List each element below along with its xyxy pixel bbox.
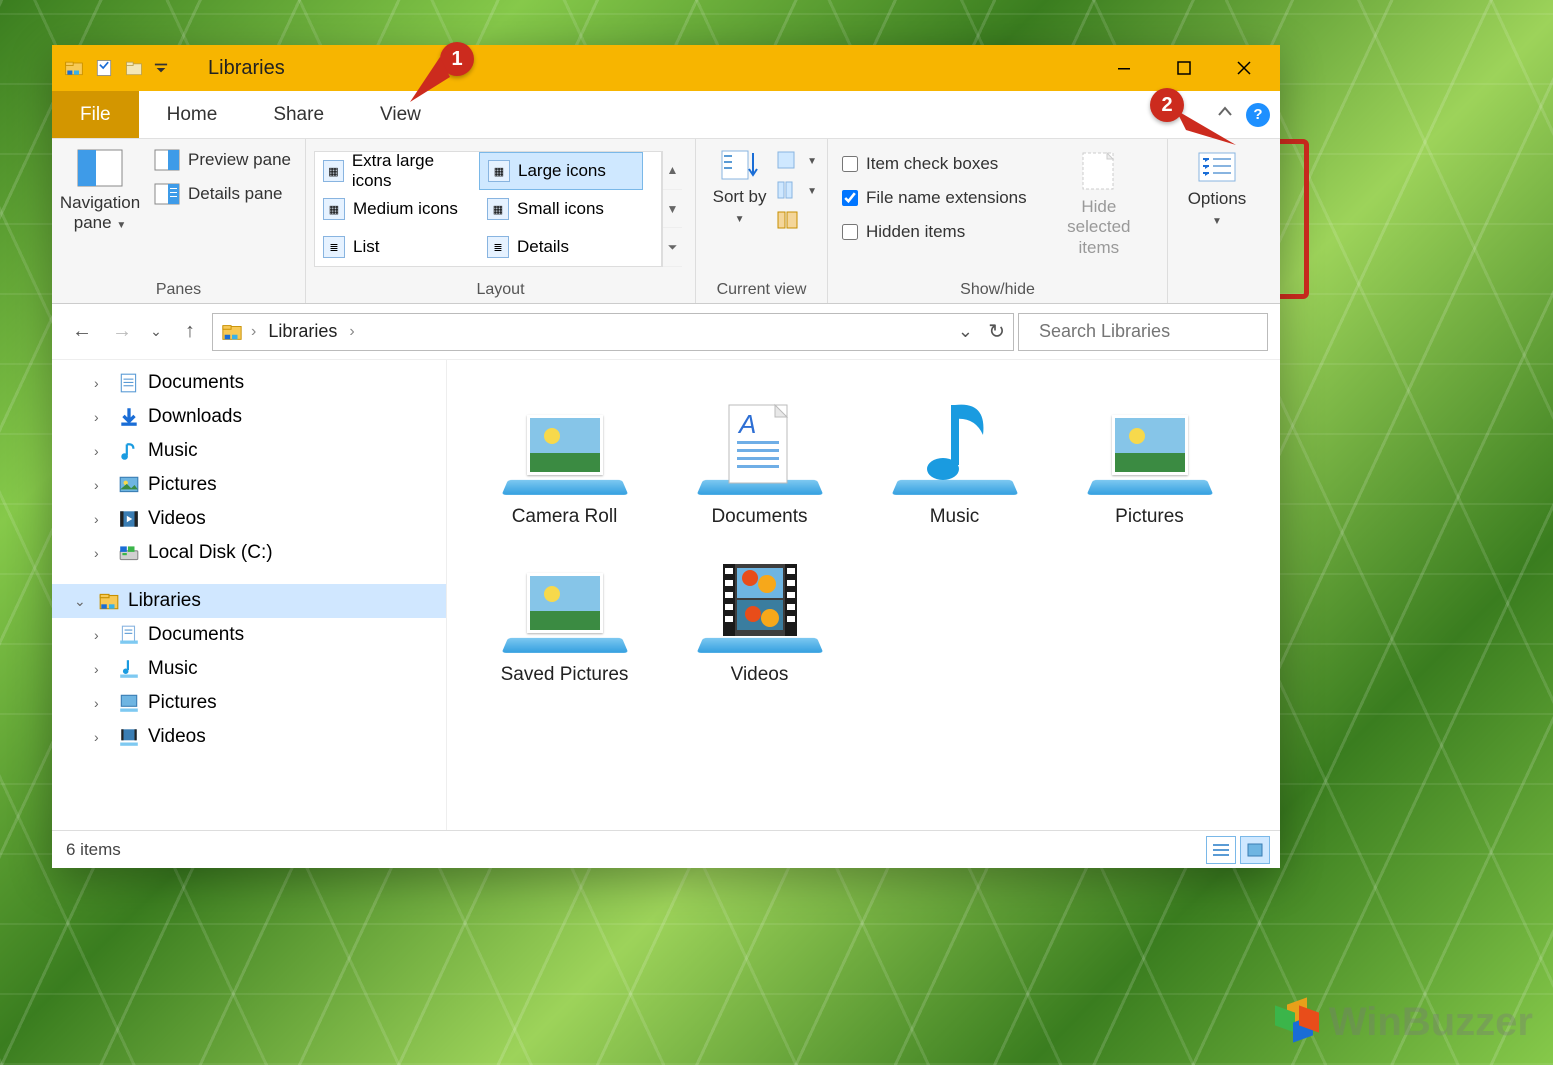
panes-group-label: Panes (60, 277, 297, 299)
tree-lib-pictures[interactable]: ›Pictures (52, 686, 446, 720)
layout-group-label: Layout (314, 277, 687, 299)
layout-scroll-up[interactable]: ▲ (663, 151, 682, 190)
item-pictures[interactable]: Pictures (1052, 390, 1247, 528)
showhide-group-label: Show/hide (836, 277, 1159, 299)
forward-button: → (104, 314, 140, 350)
app-icon (64, 58, 84, 78)
preview-pane-label: Preview pane (188, 150, 291, 170)
addcolumns-button[interactable]: ▼ (775, 179, 819, 203)
file-name-extensions-toggle[interactable]: File name extensions (836, 185, 1033, 211)
sort-by-button[interactable]: Sort by ▼ (704, 145, 775, 230)
close-button[interactable] (1214, 45, 1274, 91)
address-history-button[interactable]: ⌄ (958, 321, 973, 342)
titlebar[interactable]: Libraries (52, 45, 1280, 91)
breadcrumb-libraries[interactable]: Libraries (264, 319, 341, 344)
navigation-bar: ← → ⌄ ↑ › Libraries › ⌄ ↻ (52, 304, 1280, 360)
layout-list[interactable]: ≣List (315, 228, 479, 266)
item-check-boxes-toggle[interactable]: Item check boxes (836, 151, 1033, 177)
view-details-button[interactable] (1206, 836, 1236, 864)
view-large-icons-button[interactable] (1240, 836, 1270, 864)
breadcrumb-separator[interactable]: › (349, 323, 354, 341)
navigation-tree[interactable]: ›Documents ›Downloads ›Music ›Pictures ›… (52, 360, 447, 830)
item-videos[interactable]: Videos (662, 548, 857, 686)
recent-locations-button[interactable]: ⌄ (144, 314, 168, 350)
tree-local-disk[interactable]: ›Local Disk (C:) (52, 536, 446, 570)
maximize-button[interactable] (1154, 45, 1214, 91)
help-button[interactable]: ? (1246, 103, 1270, 127)
navigation-pane-button[interactable]: Navigation pane ▼ (60, 145, 140, 238)
details-pane-label: Details pane (188, 184, 283, 204)
qat-newfolder-icon[interactable] (124, 58, 144, 78)
tree-libraries[interactable]: ⌄Libraries (52, 584, 446, 618)
current-view-group-label: Current view (704, 277, 819, 299)
navigation-pane-label: Navigation pane (60, 193, 140, 232)
layout-medium[interactable]: ▦Medium icons (315, 190, 479, 228)
status-item-count: 6 items (66, 840, 121, 860)
layout-scroll-more[interactable]: ⏷ (663, 228, 682, 267)
ribbon-tabs: File Home Share View ? (52, 91, 1280, 139)
up-button[interactable]: ↑ (172, 314, 208, 350)
svg-text:A: A (737, 409, 756, 439)
back-button[interactable]: ← (64, 314, 100, 350)
content-area[interactable]: Camera Roll A Documents Music Pictures (447, 360, 1280, 830)
details-pane-button[interactable]: Details pane (146, 179, 299, 209)
watermark-text: WinBuzzer (1329, 1000, 1533, 1045)
layout-large[interactable]: ▦Large icons (479, 152, 643, 190)
tab-home[interactable]: Home (139, 91, 246, 138)
watermark-logo-icon (1275, 1001, 1319, 1045)
watermark: WinBuzzer (1275, 1000, 1533, 1045)
item-documents[interactable]: A Documents (662, 390, 857, 528)
refresh-button[interactable]: ↻ (988, 319, 1005, 344)
preview-pane-button[interactable]: Preview pane (146, 145, 299, 175)
tree-lib-documents[interactable]: ›Documents (52, 618, 446, 652)
ribbon-view: Navigation pane ▼ Preview pane Details p… (52, 139, 1280, 304)
item-music[interactable]: Music (857, 390, 1052, 528)
file-explorer-window: Libraries File Home Share View ? Navigat… (52, 45, 1280, 868)
layout-details[interactable]: ≣Details (479, 228, 643, 266)
item-saved-pictures[interactable]: Saved Pictures (467, 548, 662, 686)
tab-share[interactable]: Share (245, 91, 352, 138)
folder-icon (221, 321, 243, 343)
qat-dropdown-icon[interactable] (154, 58, 168, 78)
layout-gallery: ▦Extra large icons ▦Large icons ▦Medium … (314, 151, 662, 267)
search-input[interactable] (1039, 321, 1271, 342)
hide-selected-button: Hide selected items (1039, 145, 1159, 262)
tree-lib-videos[interactable]: ›Videos (52, 720, 446, 754)
tree-pictures[interactable]: ›Pictures (52, 468, 446, 502)
sizeall-button[interactable] (775, 209, 819, 233)
breadcrumb-separator[interactable]: › (251, 323, 256, 341)
tree-lib-music[interactable]: ›Music (52, 652, 446, 686)
tree-music[interactable]: ›Music (52, 434, 446, 468)
tree-downloads[interactable]: ›Downloads (52, 400, 446, 434)
tree-documents[interactable]: ›Documents (52, 366, 446, 400)
address-bar[interactable]: › Libraries › ⌄ ↻ (212, 313, 1014, 351)
layout-scroll-down[interactable]: ▼ (663, 190, 682, 229)
search-box[interactable] (1018, 313, 1268, 351)
hidden-items-toggle[interactable]: Hidden items (836, 219, 1033, 245)
status-bar: 6 items (52, 830, 1280, 868)
tree-videos[interactable]: ›Videos (52, 502, 446, 536)
item-camera-roll[interactable]: Camera Roll (467, 390, 662, 528)
tab-file[interactable]: File (52, 91, 139, 138)
minimize-button[interactable] (1094, 45, 1154, 91)
layout-small[interactable]: ▦Small icons (479, 190, 643, 228)
window-title: Libraries (208, 57, 285, 80)
layout-extra-large[interactable]: ▦Extra large icons (315, 152, 479, 190)
groupby-button[interactable]: ▼ (775, 149, 819, 173)
qat-properties-icon[interactable] (94, 58, 114, 78)
